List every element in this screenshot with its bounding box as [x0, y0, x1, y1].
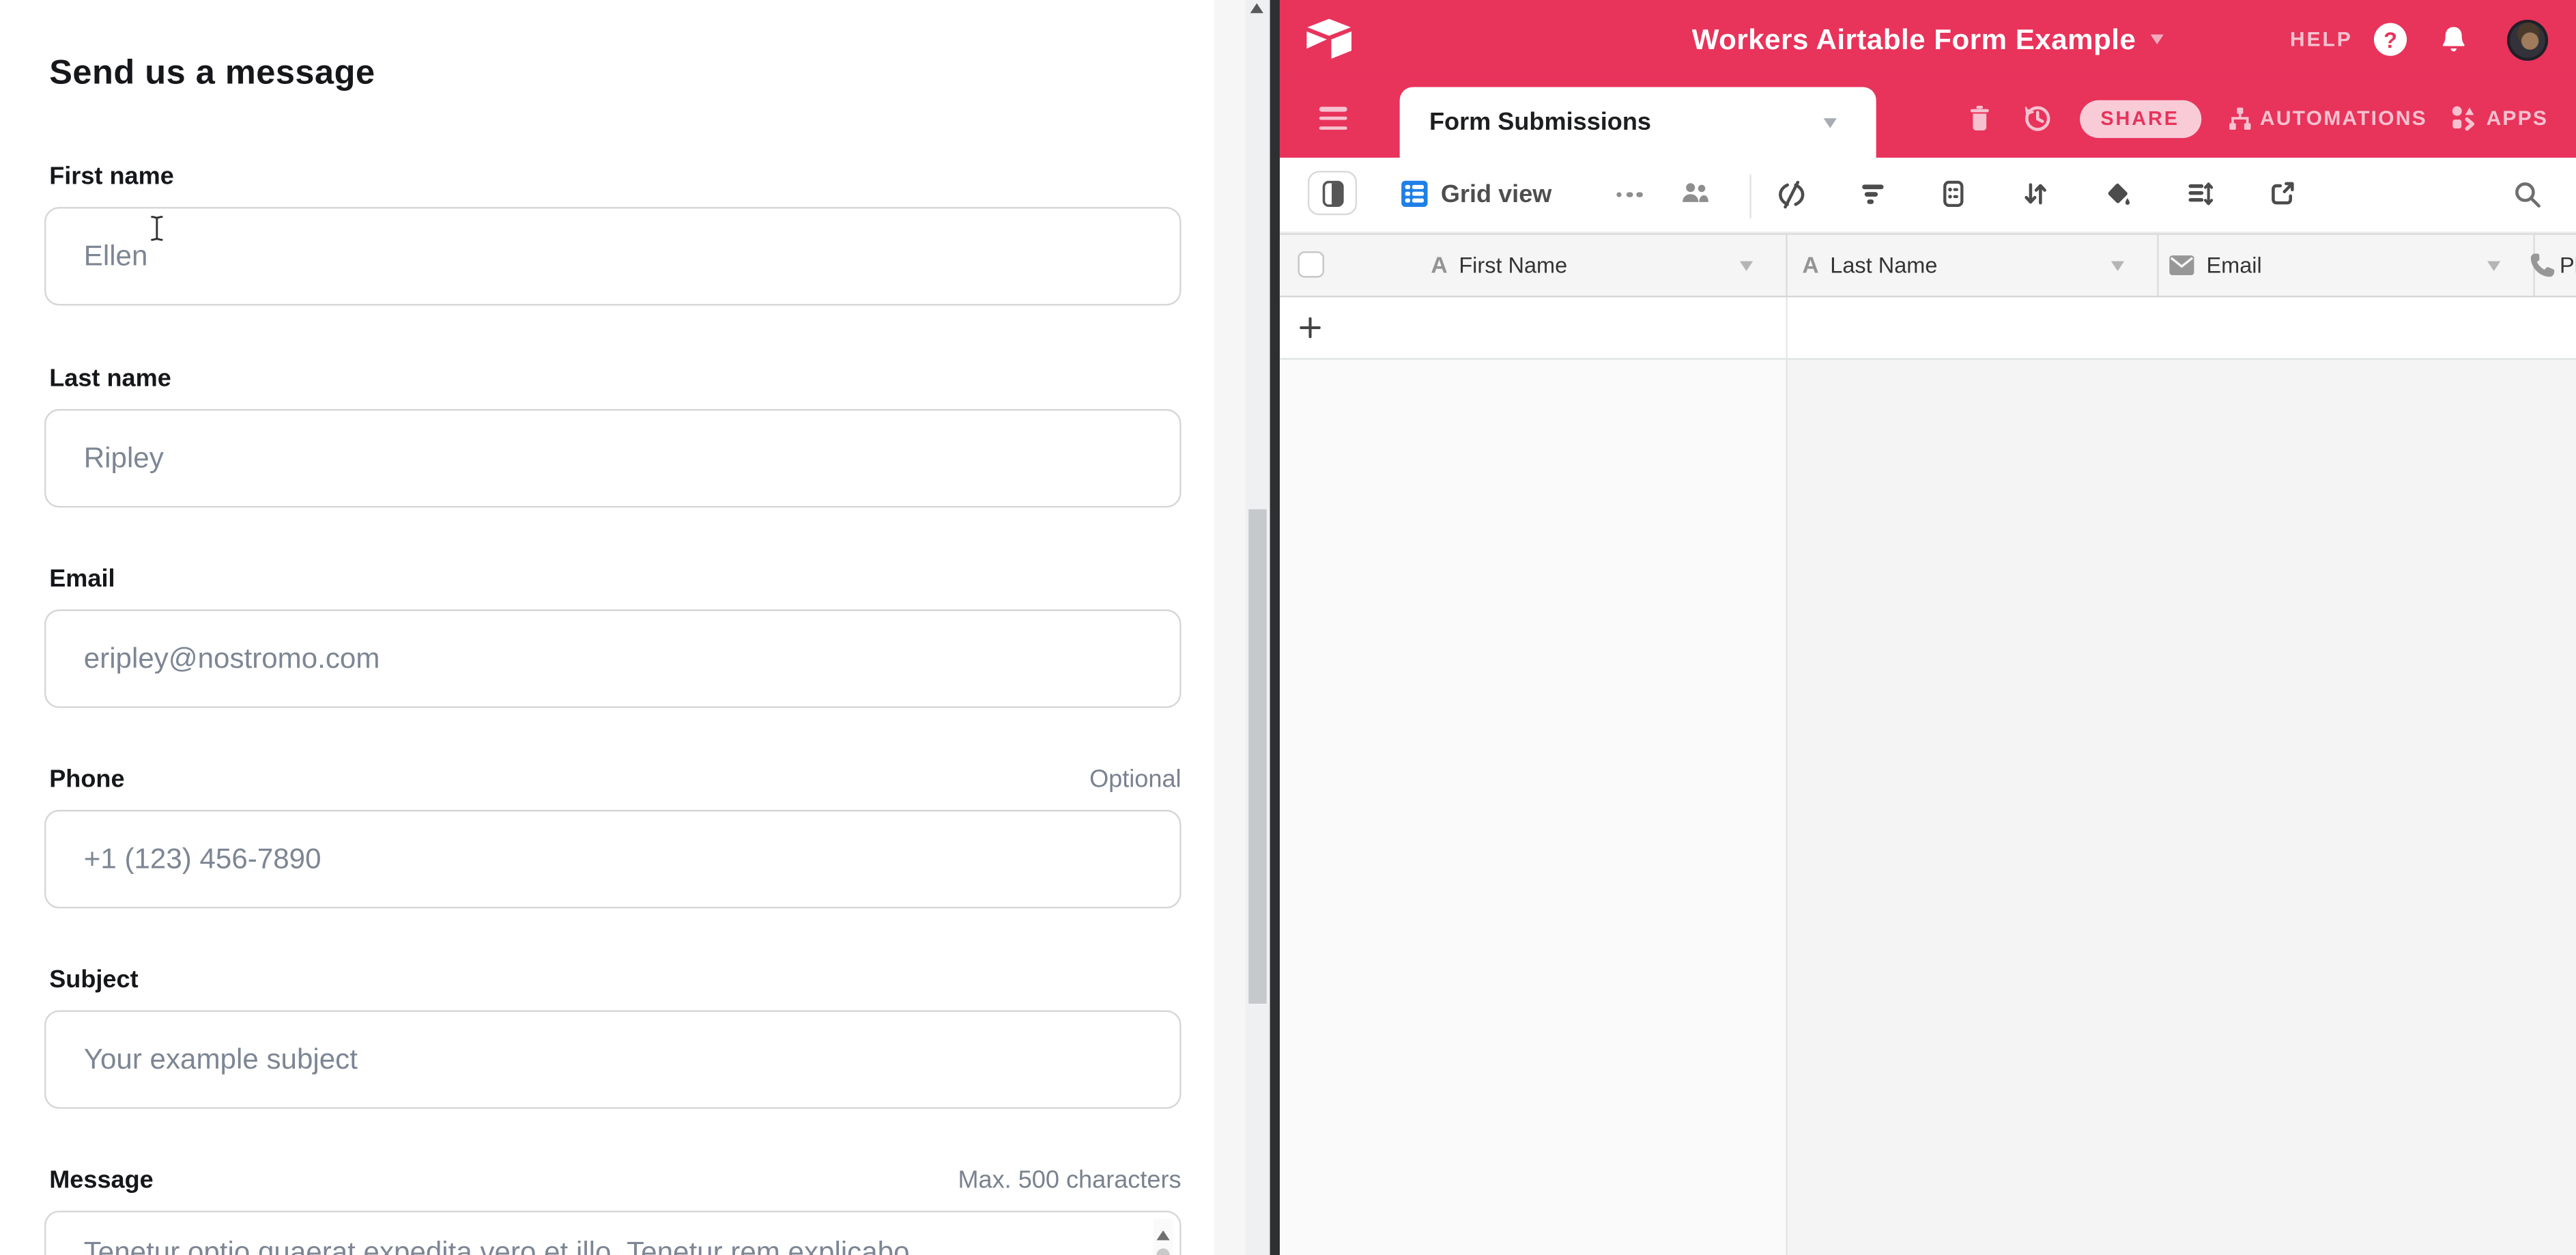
- email-placeholder: eripley@nostromo.com: [84, 641, 380, 676]
- message-textarea[interactable]: Tenetur optio quaerat expedita vero et i…: [44, 1211, 1182, 1255]
- help-circle-icon[interactable]: ?: [2374, 23, 2407, 56]
- chevron-down-icon[interactable]: [1824, 118, 1837, 128]
- column-header-last-name[interactable]: Last Name: [1830, 235, 1937, 296]
- email-input[interactable]: eripley@nostromo.com: [44, 610, 1182, 708]
- filter-icon[interactable]: [1860, 181, 1887, 207]
- view-toolbar: Grid view: [1280, 158, 2576, 234]
- table-tab-label: Form Submissions: [1429, 87, 1651, 158]
- field-subject: Subject Your example subject: [44, 966, 1182, 1117]
- tabbar-right-cluster: SHARE AUTOMATIONS: [1967, 79, 2548, 157]
- form-heading: Send us a message: [49, 54, 375, 94]
- email-label: Email: [49, 565, 115, 593]
- first-name-placeholder: Ellen: [84, 239, 148, 274]
- automations-button[interactable]: AUTOMATIONS: [2227, 106, 2427, 130]
- phone-label: Phone: [49, 765, 124, 793]
- field-message: Message Max. 500 characters Tenetur opti…: [44, 1166, 1182, 1255]
- subject-label: Subject: [49, 966, 138, 994]
- phone-icon: [2528, 251, 2556, 287]
- topbar-right-cluster: HELP ?: [2290, 0, 2548, 79]
- scrollbar-up-arrow-icon[interactable]: [1250, 3, 1263, 13]
- screen: Send us a message First name Ellen Last …: [0, 0, 2576, 1255]
- trash-icon[interactable]: [1967, 105, 1990, 131]
- last-name-input[interactable]: Ripley: [44, 409, 1182, 507]
- field-last-name: Last name Ripley: [44, 365, 1182, 516]
- tab-form-submissions[interactable]: Form Submissions: [1400, 87, 1876, 158]
- field-phone: Phone Optional +1 (123) 456-7890: [44, 765, 1182, 916]
- notifications-bell-icon[interactable]: [2438, 24, 2470, 55]
- color-icon[interactable]: [2104, 181, 2131, 207]
- message-scrollbar[interactable]: [1154, 1219, 1173, 1255]
- subject-input[interactable]: Your example subject: [44, 1011, 1182, 1109]
- column-separator: [1786, 297, 1787, 358]
- text-field-icon: A: [1802, 235, 1818, 296]
- row-height-icon[interactable]: [2187, 181, 2214, 207]
- phone-input[interactable]: +1 (123) 456-7890: [44, 810, 1182, 908]
- search-icon[interactable]: [2514, 181, 2542, 209]
- form-pane-gutter: [1214, 0, 1246, 1255]
- collaborators-icon[interactable]: [1680, 182, 1708, 203]
- select-all-checkbox[interactable]: [1298, 251, 1324, 277]
- grid-view-icon[interactable]: [1401, 181, 1428, 207]
- grid-header-row: A First Name A Last Name Email: [1280, 234, 2576, 298]
- add-row-plus-icon[interactable]: [1300, 317, 1321, 338]
- group-icon[interactable]: [1941, 181, 1967, 207]
- airtable-pane: Workers Airtable Form Example HELP ? For…: [1280, 0, 2576, 1255]
- column-header-first-name[interactable]: First Name: [1459, 235, 1567, 296]
- view-name-label[interactable]: Grid view: [1441, 158, 1552, 234]
- view-more-icon[interactable]: [1616, 192, 1642, 197]
- share-button[interactable]: SHARE: [2079, 100, 2201, 137]
- message-max-hint: Max. 500 characters: [958, 1166, 1181, 1194]
- message-label: Message: [49, 1166, 154, 1194]
- history-icon[interactable]: [2022, 104, 2051, 133]
- scroll-up-icon[interactable]: [1156, 1230, 1169, 1240]
- frozen-column-background: [1280, 360, 1786, 1255]
- chevron-down-icon[interactable]: [1740, 262, 1753, 271]
- first-name-input[interactable]: Ellen: [44, 207, 1182, 305]
- automations-label: AUTOMATIONS: [2260, 107, 2427, 130]
- subject-placeholder: Your example subject: [84, 1042, 358, 1077]
- field-first-name: First name Ellen: [44, 163, 1182, 313]
- view-sidebar-toggle-button[interactable]: [1308, 171, 1357, 215]
- toolbar-divider: [1749, 174, 1751, 218]
- last-name-label: Last name: [49, 365, 171, 393]
- phone-placeholder: +1 (123) 456-7890: [84, 842, 321, 877]
- base-title[interactable]: Workers Airtable Form Example: [1692, 22, 2136, 57]
- frozen-column-separator: [1786, 360, 1787, 1255]
- chevron-down-icon[interactable]: [2151, 35, 2164, 44]
- tables-menu-icon[interactable]: [1319, 107, 1347, 135]
- column-separator: [1786, 235, 1787, 296]
- grid-empty-area: [1280, 360, 2576, 1255]
- message-text: Tenetur optio quaerat expedita vero et i…: [84, 1235, 910, 1255]
- airtable-tabbar: Form Submissions: [1280, 79, 2576, 157]
- text-field-icon: A: [1431, 235, 1447, 296]
- contact-form-pane: Send us a message First name Ellen Last …: [0, 0, 1214, 1255]
- chevron-down-icon[interactable]: [2111, 262, 2124, 271]
- sort-icon[interactable]: [2022, 181, 2049, 207]
- phone-optional-hint: Optional: [1089, 765, 1181, 793]
- add-row-strip[interactable]: [1280, 297, 2576, 359]
- email-icon: [2169, 255, 2195, 284]
- text-cursor-icon: [149, 215, 164, 250]
- first-name-label: First name: [49, 163, 174, 191]
- user-avatar[interactable]: [2507, 19, 2548, 60]
- airtable-topbar: Workers Airtable Form Example HELP ?: [1280, 0, 2576, 79]
- scrollbar-thumb[interactable]: [1156, 1248, 1169, 1255]
- column-separator: [2157, 235, 2158, 296]
- field-email: Email eripley@nostromo.com: [44, 565, 1182, 716]
- last-name-placeholder: Ripley: [84, 441, 164, 476]
- apps-label: APPS: [2487, 107, 2549, 130]
- share-view-icon[interactable]: [2269, 181, 2295, 207]
- browser-scrollbar-thumb[interactable]: [1248, 509, 1266, 1004]
- apps-button[interactable]: APPS: [2452, 105, 2548, 131]
- window-divider: [1270, 0, 1280, 1255]
- help-button[interactable]: HELP: [2290, 28, 2353, 51]
- hide-fields-icon[interactable]: [1777, 181, 1805, 209]
- column-header-email[interactable]: Email: [2206, 235, 2261, 296]
- column-header-phone[interactable]: Phone: [2560, 235, 2576, 296]
- chevron-down-icon[interactable]: [2487, 262, 2500, 271]
- grid-background: [1786, 360, 2576, 1255]
